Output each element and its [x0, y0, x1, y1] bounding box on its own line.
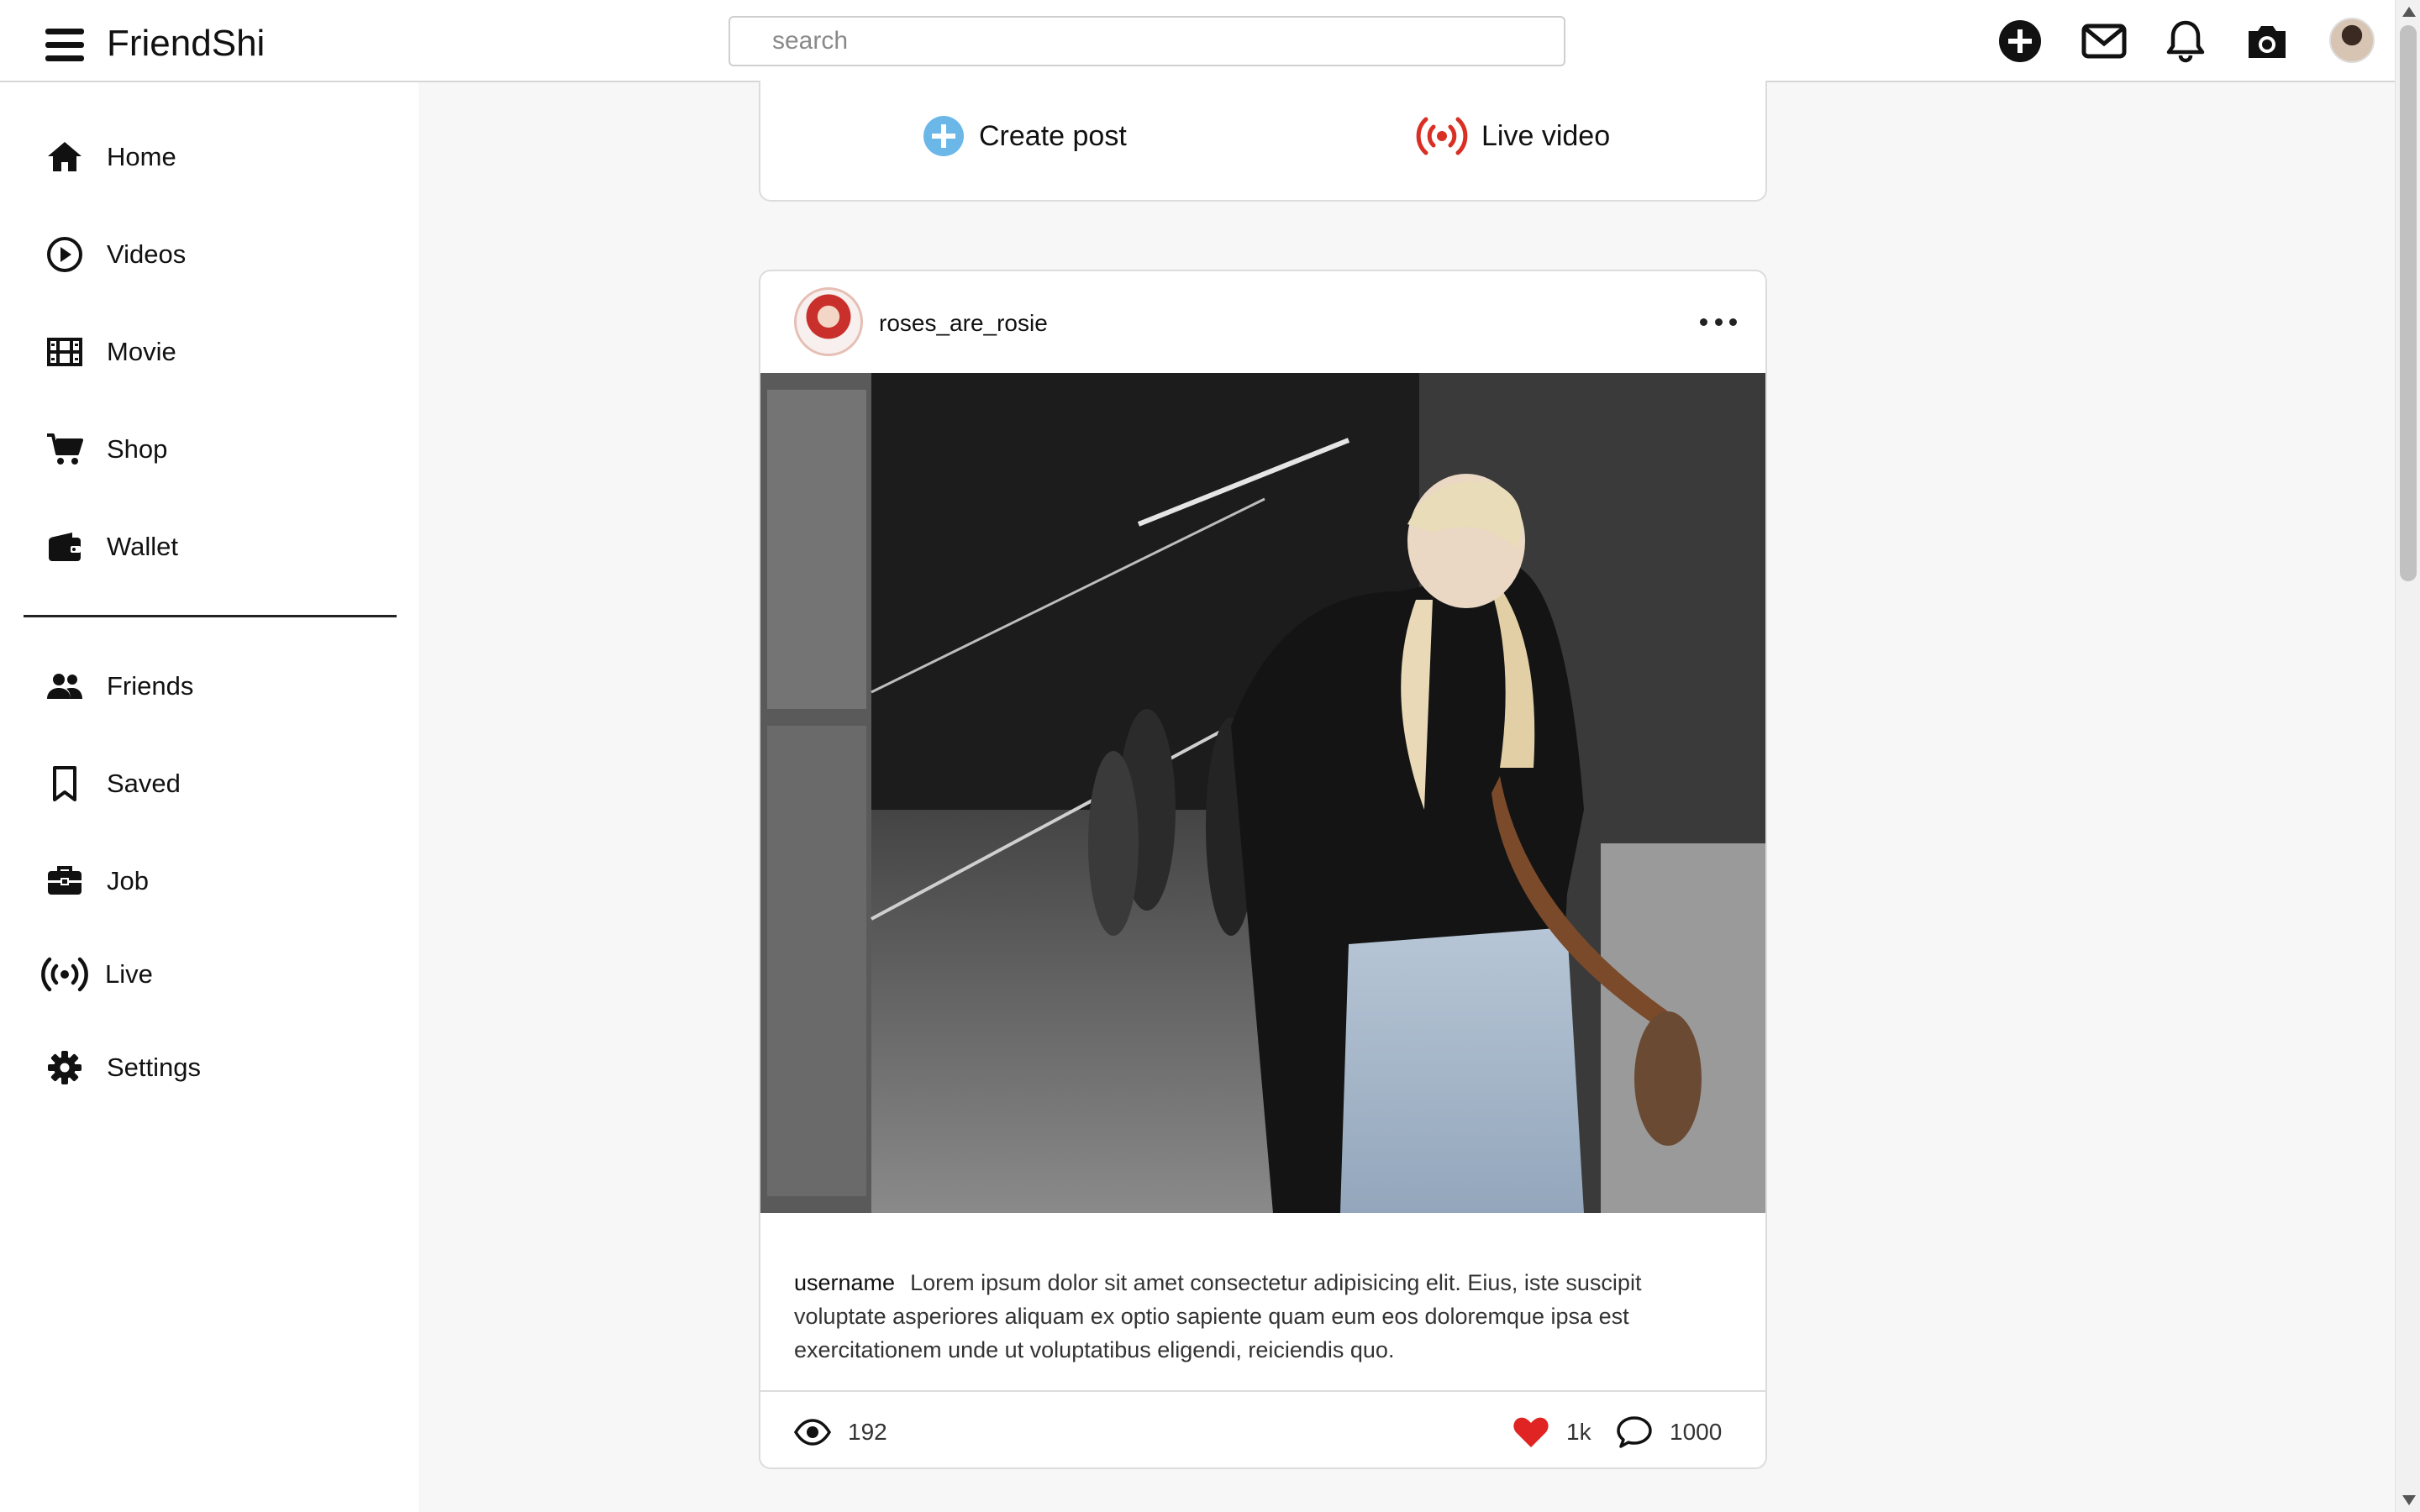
post-caption: username Lorem ipsum dolor sit amet conse…: [794, 1266, 1727, 1367]
post-author-username[interactable]: roses_are_rosie: [879, 310, 1048, 337]
sidebar-item-settings[interactable]: Settings: [0, 1034, 418, 1101]
plus-circle-icon: [922, 114, 965, 158]
home-icon: [44, 136, 86, 178]
sidebar-item-label: Live: [105, 959, 153, 989]
film-icon: [44, 331, 86, 373]
caption-text: Lorem ipsum dolor sit amet consectetur a…: [794, 1270, 1642, 1362]
post-card: roses_are_rosie username Lorem ipsum dol…: [759, 270, 1767, 1469]
likes-count: 1k: [1566, 1419, 1591, 1445]
sidebar: Home Videos Movie Shop Wallet Friends Sa…: [0, 82, 418, 1512]
users-icon: [44, 665, 86, 707]
scroll-down-arrow-icon[interactable]: [2402, 1495, 2416, 1505]
live-video-button[interactable]: Live video: [1416, 111, 1610, 161]
profile-avatar[interactable]: [2329, 18, 2375, 63]
post-author-avatar[interactable]: [794, 287, 863, 356]
heart-icon: [1513, 1417, 1549, 1447]
wallet-icon: [44, 526, 86, 568]
sidebar-divider: [24, 615, 397, 617]
camera-icon[interactable]: [2244, 18, 2291, 65]
sidebar-item-label: Saved: [107, 769, 181, 798]
cart-icon: [44, 428, 86, 470]
sidebar-item-wallet[interactable]: Wallet: [0, 513, 418, 580]
sidebar-item-label: Friends: [107, 671, 194, 701]
hamburger-menu-icon[interactable]: [45, 29, 84, 62]
sidebar-item-label: Wallet: [107, 532, 178, 561]
top-bar: FriendShi: [0, 0, 2395, 82]
comments-count: 1000: [1670, 1419, 1723, 1445]
sidebar-item-live[interactable]: Live: [0, 941, 418, 1008]
sidebar-item-label: Job: [107, 866, 149, 895]
comment-icon: [1617, 1416, 1652, 1448]
like-button[interactable]: 1k: [1512, 1414, 1591, 1451]
create-post-label: Create post: [979, 119, 1127, 152]
caption-username[interactable]: username: [794, 1270, 895, 1295]
bell-icon[interactable]: [2162, 18, 2209, 65]
more-options-icon[interactable]: [1700, 312, 1737, 332]
create-post-button[interactable]: Create post: [922, 111, 1127, 161]
sidebar-item-home[interactable]: Home: [0, 123, 418, 191]
sidebar-item-shop[interactable]: Shop: [0, 416, 418, 483]
sidebar-item-label: Videos: [107, 239, 187, 269]
eye-icon: [794, 1419, 831, 1446]
sidebar-item-label: Shop: [107, 434, 168, 464]
scroll-up-arrow-icon[interactable]: [2402, 7, 2416, 17]
bookmark-icon: [44, 763, 86, 805]
gear-icon: [44, 1047, 86, 1089]
broadcast-icon: [1416, 114, 1468, 158]
create-post-card: Create post Live video: [759, 81, 1767, 202]
views-count: 192: [848, 1419, 887, 1445]
app-logo[interactable]: FriendShi: [107, 23, 265, 65]
play-circle-icon: [44, 234, 86, 276]
page-scrollbar[interactable]: [2395, 0, 2420, 1512]
comment-button[interactable]: 1000: [1616, 1414, 1722, 1451]
live-video-label: Live video: [1481, 119, 1611, 152]
plus-circle-icon[interactable]: [1996, 18, 2044, 65]
sidebar-item-friends[interactable]: Friends: [0, 653, 418, 720]
post-photo[interactable]: [760, 373, 1765, 1213]
sidebar-item-label: Movie: [107, 337, 176, 366]
sidebar-item-videos[interactable]: Videos: [0, 221, 418, 288]
views-stat: 192: [794, 1414, 887, 1451]
broadcast-icon: [39, 953, 91, 995]
scroll-thumb[interactable]: [2400, 25, 2417, 581]
envelope-icon[interactable]: [2081, 18, 2128, 65]
search-input[interactable]: [729, 16, 1565, 66]
sidebar-item-label: Settings: [107, 1053, 202, 1082]
sidebar-item-movie[interactable]: Movie: [0, 318, 418, 386]
sidebar-item-saved[interactable]: Saved: [0, 750, 418, 817]
briefcase-icon: [44, 860, 86, 902]
post-footer: 192 1k 1000: [760, 1390, 1765, 1467]
sidebar-item-label: Home: [107, 142, 176, 171]
sidebar-item-job[interactable]: Job: [0, 848, 418, 915]
